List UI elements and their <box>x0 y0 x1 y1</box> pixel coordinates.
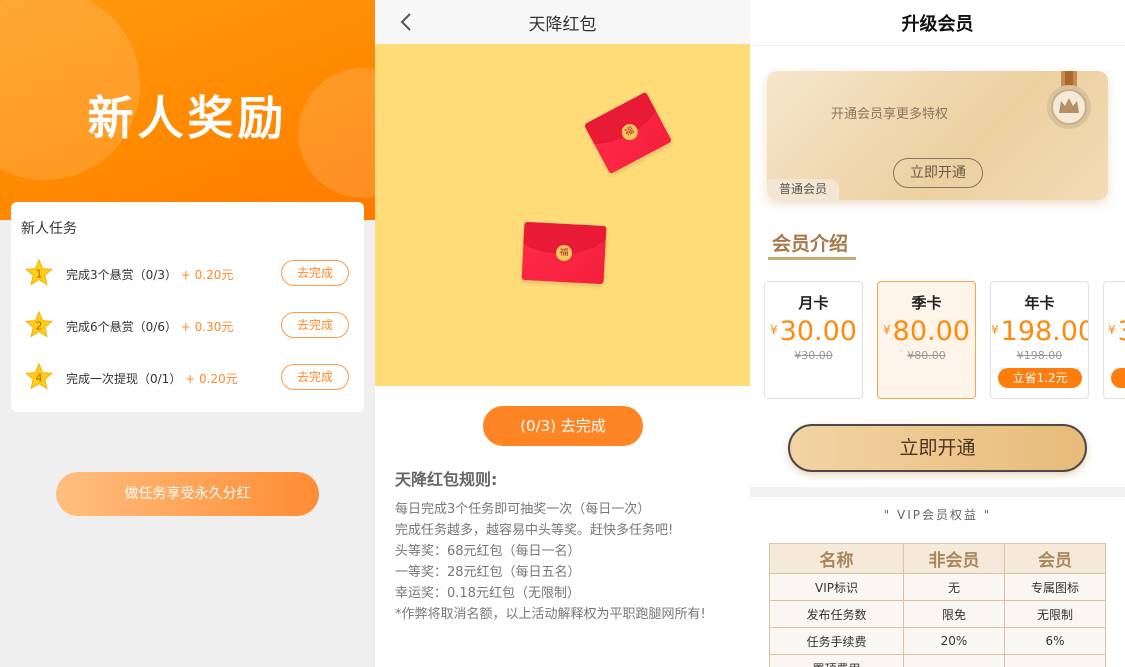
star-icon: 1 <box>25 259 53 287</box>
plan-original-price: ¥80.00 <box>907 349 946 362</box>
task-reward: + 0.20元 <box>185 372 238 386</box>
task-row: 4 完成一次提现（0/1） + 0.20元 去完成 <box>11 358 364 398</box>
plan-name: 季卡 <box>911 294 942 312</box>
page-title: 天降红包 <box>528 15 597 35</box>
savings-badge <box>1111 368 1125 388</box>
task-reward: + 0.20元 <box>180 268 234 282</box>
star-icon: 2 <box>25 311 53 339</box>
screenshot-root: 新人奖励 新人任务 1 完成3个悬赏（0/3） + 0.20元 去完成 2 完成… <box>0 0 1125 667</box>
rule-line: 幸运奖：0.18元红包（无限制） <box>395 586 580 601</box>
plan-price: ¥198.00 <box>991 316 1089 347</box>
go-complete-button[interactable]: (0/3) 去完成 <box>483 406 643 446</box>
table-cell: 发布任务数 <box>769 600 904 628</box>
plan-name: 月卡 <box>798 294 829 312</box>
rule-line: 完成任务越多，越容易中头等奖。赶快多任务吧! <box>395 523 674 538</box>
table-cell: 限免 <box>903 600 1005 628</box>
red-packet-rain-area: 福 福 <box>375 44 750 386</box>
table-cell: 20% <box>903 627 1005 655</box>
header-cell: 会员 <box>1004 543 1106 574</box>
new-user-reward-screen: 新人奖励 新人任务 1 完成3个悬赏（0/3） + 0.20元 去完成 2 完成… <box>0 0 375 667</box>
open-now-button[interactable]: 立即开通 <box>788 424 1087 472</box>
star-icon: 4 <box>25 363 53 391</box>
rule-line: 头等奖：68元红包（每日一名） <box>395 544 581 559</box>
task-text: 完成6个悬赏（0/6） + 0.30元 <box>66 320 234 334</box>
plan-original-price: ¥198.00 <box>1016 349 1063 362</box>
table-cell <box>1004 654 1106 667</box>
task-number: 2 <box>36 320 43 333</box>
table-cell <box>903 654 1005 667</box>
table-row: 发布任务数 限免 无限制 <box>769 600 1106 628</box>
plan-card-partial[interactable]: ¥3 <box>1103 281 1125 399</box>
hero-title: 新人奖励 <box>87 91 288 145</box>
rule-line: *作弊将取消名额，以上活动解释权为平职跑腿网所有! <box>395 607 706 622</box>
header-cell: 名称 <box>769 543 904 574</box>
table-row: 置顶费用 <box>769 654 1106 667</box>
new-user-task-card: 新人任务 1 完成3个悬赏（0/3） + 0.20元 去完成 2 完成6个悬赏（… <box>11 202 364 412</box>
savings-badge: 立省1.2元 <box>998 368 1082 388</box>
rules-list: 每日完成3个任务即可抽奖一次（每日一次） 完成任务越多，越容易中头等奖。赶快多任… <box>395 499 735 625</box>
section-divider <box>750 487 1125 497</box>
membership-card: 开通会员享更多特权 立即开通 普通会员 <box>767 71 1108 200</box>
plan-card-month[interactable]: 月卡 ¥30.00 ¥30.00 <box>764 281 863 399</box>
hero-banner: 新人奖励 <box>0 0 375 220</box>
header-cell: 非会员 <box>903 543 1005 574</box>
rule-line: 一等奖：28元红包（每日五名） <box>395 565 581 580</box>
section-title: 会员介绍 <box>772 233 849 255</box>
plan-card-year[interactable]: 年卡 ¥198.00 ¥198.00 立省1.2元 <box>990 281 1089 399</box>
task-dividend-button[interactable]: 做任务享受永久分红 <box>56 472 319 516</box>
table-cell: 无 <box>903 573 1005 601</box>
task-row: 1 完成3个悬赏（0/3） + 0.20元 去完成 <box>11 254 364 294</box>
coin-icon: 福 <box>555 244 573 262</box>
table-row: 任务手续费 20% 6% <box>769 627 1106 655</box>
red-packet-screen: 天降红包 福 福 (0/3) 去完成 天降红包规则: 每日完成3个任务即可抽奖一… <box>375 0 750 667</box>
card-text: 开通会员享更多特权 <box>831 107 949 122</box>
table-cell: VIP标识 <box>769 573 904 601</box>
open-membership-button[interactable]: 立即开通 <box>893 158 983 188</box>
plan-name: 年卡 <box>1024 294 1055 312</box>
table-cell: 任务手续费 <box>769 627 904 655</box>
task-number: 1 <box>36 268 43 281</box>
table-header-row: 名称 非会员 会员 <box>769 543 1106 574</box>
coin-icon: 福 <box>618 121 641 143</box>
member-level-badge: 普通会员 <box>767 179 839 200</box>
rules-title: 天降红包规则: <box>395 470 498 489</box>
section-underline <box>768 257 856 260</box>
page-title: 升级会员 <box>901 14 974 35</box>
divider <box>750 45 1125 46</box>
red-packet[interactable]: 福 <box>583 91 673 175</box>
task-number: 4 <box>36 372 43 385</box>
go-complete-button[interactable]: 去完成 <box>281 260 349 286</box>
plan-card-quarter[interactable]: 季卡 ¥80.00 ¥80.00 <box>877 281 976 399</box>
rights-title: " VIP会员权益 " <box>883 508 992 522</box>
go-complete-button[interactable]: 去完成 <box>281 364 349 390</box>
table-cell: 置顶费用 <box>769 654 904 667</box>
go-complete-button[interactable]: 去完成 <box>281 312 349 338</box>
benefits-table: 名称 非会员 会员 VIP标识 无 专属图标 发布任务数 限免 无限制 任务手续… <box>769 543 1106 667</box>
task-row: 2 完成6个悬赏（0/6） + 0.30元 去完成 <box>11 306 364 346</box>
task-text: 完成一次提现（0/1） + 0.20元 <box>66 372 238 386</box>
plan-price: ¥80.00 <box>883 316 970 347</box>
crown-medal-icon <box>1041 71 1097 133</box>
table-row: VIP标识 无 专属图标 <box>769 573 1106 601</box>
task-reward: + 0.30元 <box>180 320 234 334</box>
upgrade-membership-screen: 升级会员 开通会员享更多特权 立即开通 普通会员 会员介绍 月卡 ¥30.00 … <box>750 0 1125 667</box>
plan-price: ¥30.00 <box>770 316 857 347</box>
rule-line: 每日完成3个任务即可抽奖一次（每日一次） <box>395 502 651 517</box>
table-cell: 无限制 <box>1004 600 1106 628</box>
task-text: 完成3个悬赏（0/3） + 0.20元 <box>66 268 234 282</box>
nav-bar: 天降红包 <box>375 0 750 44</box>
table-cell: 专属图标 <box>1004 573 1106 601</box>
plan-price: ¥3 <box>1108 316 1125 347</box>
plan-original-price: ¥30.00 <box>794 349 833 362</box>
table-cell: 6% <box>1004 627 1106 655</box>
card-title: 新人任务 <box>21 221 77 237</box>
red-packet[interactable]: 福 <box>521 221 607 285</box>
